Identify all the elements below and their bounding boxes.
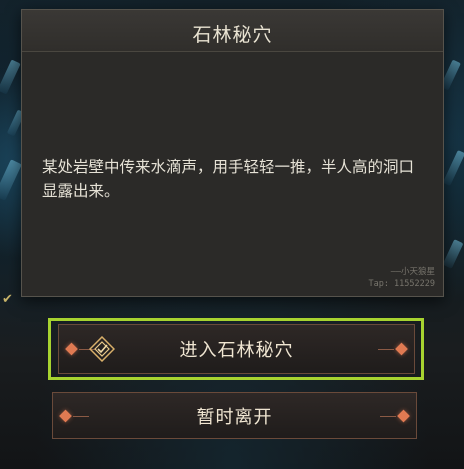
leave-label: 暂时离开 [196, 406, 273, 428]
crystal-decoration [442, 149, 464, 187]
check-icon: ✔ [2, 292, 13, 307]
signature-watermark: ——小天狼星 Tap: 11552229 [368, 266, 435, 290]
event-dialog: 石林秘穴 某处岩壁中传来水滴声，用手轻轻一推，半人高的洞口显露出来。 ——小天狼… [21, 9, 444, 297]
enter-cave-label: 进入石林秘穴 [179, 340, 294, 361]
button-edge-line [378, 349, 394, 350]
button-edge-line [73, 415, 89, 417]
enter-cave-button[interactable]: 进入石林秘穴 [58, 324, 415, 374]
dialog-body-text: 某处岩壁中传来水滴声，用手轻轻一推，半人高的洞口显露出来。 [42, 158, 415, 200]
signature-author: ——小天狼星 [390, 267, 435, 277]
dialog-header: 石林秘穴 [22, 10, 443, 52]
dialog-title: 石林秘穴 [192, 24, 273, 46]
signature-tap-id: Tap: 11552229 [368, 279, 435, 289]
game-scene: ✔ 石林秘穴 某处岩壁中传来水滴声，用手轻轻一推，半人高的洞口显露出来。 ——小… [0, 0, 464, 469]
crystal-decoration [0, 59, 21, 95]
crystal-decoration [0, 159, 22, 201]
crystal-decoration [442, 239, 464, 269]
leave-button[interactable]: 暂时离开 [52, 392, 417, 439]
rune-icon [89, 336, 115, 362]
button-edge-line [380, 415, 396, 417]
